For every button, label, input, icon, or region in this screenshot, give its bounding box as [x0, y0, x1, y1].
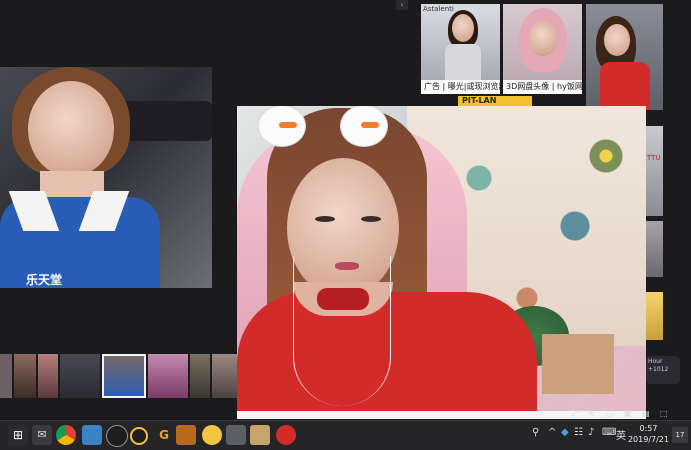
person-icon[interactable]: ⚲ — [532, 427, 539, 438]
side-thumbnail-2[interactable] — [646, 221, 663, 277]
volume-icon[interactable]: ♪ — [588, 427, 594, 438]
start-icon[interactable]: ⊞ — [8, 425, 28, 445]
files-icon[interactable] — [250, 425, 270, 445]
flower-vase — [589, 136, 623, 176]
tool-icon[interactable]: ▣ — [624, 409, 632, 418]
film-thumb[interactable] — [60, 354, 100, 398]
pitlane-banner: PIT-LAN — [458, 96, 532, 106]
tool-icon[interactable]: ▢ — [606, 409, 614, 418]
system-clock[interactable]: 0:57 2019/7/21 — [628, 423, 669, 445]
mail-icon[interactable]: ✉ — [32, 425, 52, 445]
small-tools: ⤢ ✎ ▢ ▣ ▤ ⬚ — [572, 409, 682, 420]
tool-icon[interactable]: ✎ — [588, 409, 595, 418]
g-app-icon[interactable]: G — [154, 425, 174, 445]
photos-icon[interactable] — [82, 425, 102, 445]
folder-icon[interactable] — [226, 425, 246, 445]
film-thumb[interactable] — [14, 354, 36, 398]
up-arrow-icon[interactable]: ^ — [548, 427, 556, 438]
thumbnail-2[interactable]: 3D网盘头像 | hy饭网 — [503, 4, 582, 94]
taskbar: ⊞ ✉ G ⚲ ^ ◆ ☷ ♪ ⌨ 英 0:57 2019/7/21 17 — [0, 420, 691, 450]
shield-icon[interactable]: ◆ — [561, 427, 569, 438]
collapse-arrow-button[interactable]: ‹ — [396, 0, 408, 10]
thumbnail-caption: 广告 | 曝光|或现浏览器缓存... — [421, 80, 500, 94]
shirt-text: 乐天堂 — [26, 273, 63, 287]
filmstrip — [0, 354, 237, 398]
circle-app-icon[interactable] — [130, 427, 148, 445]
clock-time: 0:57 — [639, 424, 658, 433]
thumbnail-caption: 3D网盘头像 | hy饭网 — [503, 80, 582, 94]
active-app-icon[interactable] — [176, 425, 196, 445]
snowman-sticker-left — [259, 106, 305, 146]
notification-icon[interactable]: 17 — [672, 427, 688, 443]
earphone-cable — [293, 256, 391, 406]
side-badge-line: Hour — [648, 358, 663, 365]
main-photo[interactable]: 乐天堂 — [0, 67, 212, 288]
tool-icon[interactable]: ▤ — [642, 409, 650, 418]
side-badge: Hour +1012 — [646, 356, 680, 384]
keyboard-icon[interactable]: ⌨ — [602, 427, 616, 438]
film-thumb[interactable] — [38, 354, 58, 398]
side-thumbnail-3[interactable] — [646, 292, 663, 340]
cardboard-box — [542, 334, 614, 394]
ime-icon[interactable]: 英 — [616, 427, 626, 442]
clock-app-icon[interactable] — [106, 425, 128, 447]
thumbnail-3[interactable] — [586, 4, 663, 110]
film-thumb[interactable] — [148, 354, 188, 398]
side-tag: TTU — [647, 154, 661, 162]
film-thumb[interactable] — [212, 354, 237, 398]
chrome-icon[interactable] — [56, 425, 76, 445]
tool-icon[interactable]: ⬚ — [660, 409, 668, 418]
snowman-sticker-right — [341, 106, 387, 146]
brand-logo: Astalenti — [423, 5, 454, 13]
emoji-app-icon[interactable] — [202, 425, 222, 445]
film-thumb[interactable] — [190, 354, 210, 398]
tool-icon[interactable]: ⤢ — [572, 409, 578, 419]
thumbnail-1[interactable]: Astalenti 广告 | 曝光|或现浏览器缓存... — [421, 4, 500, 94]
side-badge-line: +1012 — [648, 366, 669, 373]
netease-music-icon[interactable] — [276, 425, 296, 445]
network-icon[interactable]: ☷ — [574, 427, 583, 438]
clock-date: 2019/7/21 — [627, 435, 669, 444]
video-stream[interactable] — [237, 106, 646, 411]
side-thumbnail-1[interactable]: TTU — [646, 126, 663, 216]
film-thumb-selected[interactable] — [102, 354, 146, 398]
film-thumb[interactable] — [0, 354, 12, 398]
